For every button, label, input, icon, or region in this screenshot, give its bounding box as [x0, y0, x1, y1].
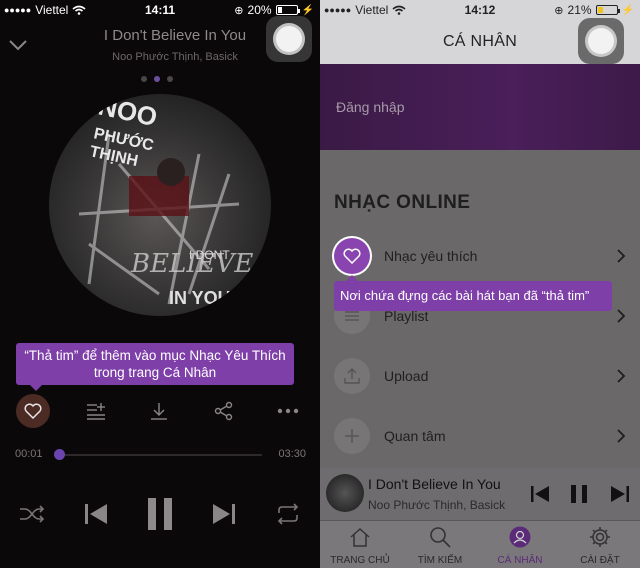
- plus-icon: [334, 418, 370, 454]
- profile-icon: [509, 526, 531, 548]
- status-bar: ●●●●● Viettel 14:12 ⊕ 21% ⚡: [320, 0, 640, 20]
- progress-bar[interactable]: 00:01 03:30: [0, 446, 320, 462]
- song-artist: Noo Phước Thịnh, Basick: [112, 51, 238, 63]
- next-icon: [213, 504, 235, 524]
- favorite-button[interactable]: [16, 394, 50, 428]
- pause-icon: [571, 485, 587, 503]
- tab-settings[interactable]: CÀI ĐẶT: [560, 521, 640, 568]
- add-to-playlist-button[interactable]: [81, 396, 111, 426]
- album-text-5: BELIEVE: [130, 249, 253, 279]
- menu-item-label: Nhạc yêu thích: [384, 248, 478, 264]
- tab-search[interactable]: TÌM KIẾM: [400, 521, 480, 568]
- heart-icon: [334, 238, 370, 274]
- tab-label: TÌM KIẾM: [417, 555, 463, 566]
- chevron-right-icon: [617, 429, 626, 443]
- mini-player-artist: Noo Phước Thịnh, Basick: [368, 498, 506, 512]
- upload-icon: [334, 358, 370, 394]
- tab-label: TRANG CHỦ: [330, 555, 390, 566]
- mini-player-title: I Don't Believe In You: [368, 476, 501, 492]
- favorite-hint-tooltip: “Thả tim” để thêm vào mục Nhạc Yêu Thích…: [16, 343, 294, 391]
- battery-icon: [595, 5, 620, 15]
- login-banner[interactable]: Đăng nhập: [320, 64, 640, 150]
- pause-button[interactable]: [143, 494, 177, 534]
- assistive-touch-button[interactable]: [266, 16, 312, 62]
- more-button[interactable]: [273, 396, 303, 426]
- battery-icon: [275, 5, 300, 15]
- tab-profile[interactable]: CÁ NHÂN: [480, 521, 560, 568]
- charging-icon: ⚡: [621, 4, 634, 16]
- orientation-lock-icon: ⊕: [554, 4, 564, 17]
- collapse-chevron-icon[interactable]: [8, 38, 28, 52]
- download-button[interactable]: [144, 396, 174, 426]
- download-icon: [151, 403, 167, 420]
- tab-bar: TRANG CHỦ TÌM KIẾM CÁ NHÂN CÀI ĐẶT: [320, 520, 640, 568]
- share-icon: [214, 401, 233, 421]
- page-dot-active: [154, 76, 160, 82]
- repeat-button[interactable]: [272, 494, 304, 534]
- progress-track[interactable]: [58, 454, 262, 456]
- song-title: I Don't Believe In You: [103, 27, 247, 44]
- battery-percent: 20%: [247, 3, 272, 17]
- pause-icon: [148, 498, 172, 530]
- home-icon: [350, 527, 370, 547]
- tab-label: CÀI ĐẶT: [580, 555, 620, 566]
- heart-icon: [24, 403, 42, 419]
- page-indicator: [141, 76, 173, 82]
- menu-item-following[interactable]: Quan tâm: [320, 414, 640, 458]
- page-dot: [141, 76, 147, 82]
- mini-previous-button[interactable]: [530, 482, 550, 506]
- elapsed-time: 00:01: [15, 448, 43, 460]
- mini-next-button[interactable]: [610, 482, 630, 506]
- mini-pause-button[interactable]: [570, 482, 588, 506]
- player-screen: ●●●●● Viettel 14:11 ⊕ 20% ⚡ I Don't Beli…: [0, 0, 320, 568]
- tab-home[interactable]: TRANG CHỦ: [320, 521, 400, 568]
- assistive-touch-button[interactable]: [578, 18, 624, 64]
- charging-icon: ⚡: [301, 4, 314, 16]
- more-icon: [277, 408, 299, 414]
- search-icon: [430, 527, 451, 548]
- album-art: NOO PHƯỚC THỊNH I DONT BELIEVE IN YOU: [49, 94, 271, 316]
- shuffle-button[interactable]: [16, 494, 48, 534]
- login-label: Đăng nhập: [336, 99, 405, 115]
- shuffle-icon: [20, 505, 45, 523]
- track-actions: [0, 394, 320, 428]
- next-button[interactable]: [208, 494, 240, 534]
- chevron-right-icon: [617, 309, 626, 323]
- previous-icon: [531, 486, 549, 502]
- tab-label: CÁ NHÂN: [497, 555, 543, 566]
- album-text-6: IN YOU: [169, 288, 231, 308]
- share-button[interactable]: [209, 396, 239, 426]
- chevron-right-icon: [617, 249, 626, 263]
- page-dot: [167, 76, 173, 82]
- previous-icon: [85, 504, 107, 524]
- settings-icon: [590, 527, 610, 547]
- chevron-right-icon: [617, 369, 626, 383]
- duration-time: 03:30: [278, 448, 306, 460]
- progress-knob[interactable]: [54, 449, 66, 460]
- mini-player-artwork: [326, 474, 364, 512]
- repeat-icon: [277, 503, 299, 525]
- playback-controls: [0, 494, 320, 534]
- previous-button[interactable]: [80, 494, 112, 534]
- favorites-hint-tooltip: Nơi chứa đựng các bài hát bạn đã “thả ti…: [334, 275, 612, 311]
- menu-item-label: Quan tâm: [384, 428, 446, 444]
- section-title: NHẠC ONLINE: [334, 192, 471, 213]
- add-to-playlist-icon: [87, 403, 105, 420]
- mini-player[interactable]: I Don't Believe In You Noo Phước Thịnh, …: [320, 468, 640, 520]
- menu-item-upload[interactable]: Upload: [320, 354, 640, 398]
- menu-item-favorites[interactable]: Nhạc yêu thích: [320, 234, 640, 278]
- menu-item-label: Upload: [384, 368, 429, 384]
- orientation-lock-icon: ⊕: [234, 4, 244, 17]
- next-icon: [611, 486, 629, 502]
- battery-percent: 21%: [567, 3, 592, 17]
